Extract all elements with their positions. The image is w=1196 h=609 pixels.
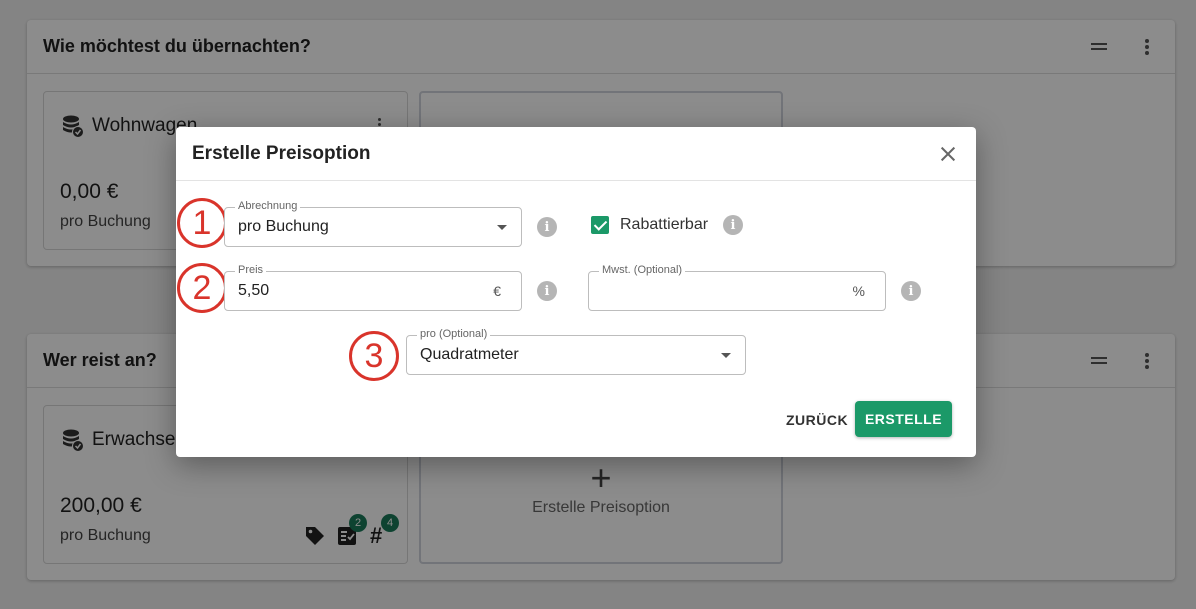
chevron-down-icon — [721, 353, 731, 358]
annotation-step-2: 2 — [177, 263, 227, 313]
price-input[interactable]: Preis 5,50 € — [224, 264, 522, 311]
price-value: 5,50 — [238, 282, 270, 299]
create-button[interactable]: ERSTELLE — [855, 401, 952, 437]
chevron-down-icon — [497, 225, 507, 230]
annotation-step-3: 3 — [349, 331, 399, 381]
back-button[interactable]: ZURÜCK — [786, 412, 848, 428]
close-icon[interactable] — [936, 142, 960, 166]
percent-suffix: % — [852, 283, 865, 299]
euro-suffix: € — [493, 283, 501, 299]
vat-label: Mwst. (Optional) — [599, 264, 686, 276]
dialog-header: Erstelle Preisoption — [176, 127, 976, 181]
billing-select[interactable]: Abrechnung pro Buchung — [224, 200, 522, 247]
billing-label: Abrechnung — [235, 200, 301, 212]
per-unit-value: Quadratmeter — [420, 346, 519, 363]
info-icon[interactable]: i — [537, 281, 557, 301]
billing-value: pro Buchung — [238, 218, 329, 235]
per-unit-select[interactable]: pro (Optional) Quadratmeter — [406, 328, 746, 375]
price-label: Preis — [235, 264, 267, 276]
annotation-step-1: 1 — [177, 198, 227, 248]
info-icon[interactable]: i — [537, 217, 557, 237]
info-icon[interactable]: i — [723, 215, 743, 235]
discountable-label: Rabattierbar — [620, 216, 709, 233]
info-icon[interactable]: i — [901, 281, 921, 301]
create-price-option-dialog: Erstelle Preisoption 1 Abrechnung pro Bu… — [176, 127, 976, 457]
dialog-title: Erstelle Preisoption — [192, 142, 371, 164]
vat-input[interactable]: Mwst. (Optional) % — [588, 264, 886, 311]
discountable-checkbox[interactable] — [591, 216, 609, 234]
per-unit-label: pro (Optional) — [417, 328, 491, 340]
